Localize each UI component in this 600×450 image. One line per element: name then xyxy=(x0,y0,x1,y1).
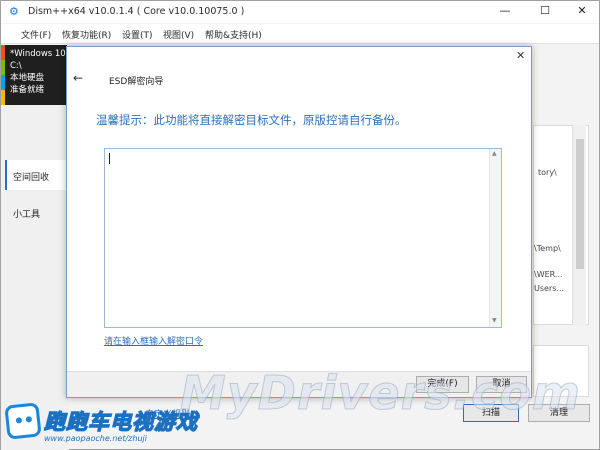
password-hint-link[interactable]: 请在输入框输入解密口令 xyxy=(104,334,203,347)
session-card[interactable]: *Windows 10 C:\ 本地硬盘 准备就绪 xyxy=(5,45,67,105)
minimize-button[interactable]: — xyxy=(487,1,523,23)
dialog-title: ESD解密向导 xyxy=(109,77,164,87)
text-caret xyxy=(109,153,110,164)
menu-file[interactable]: 文件(F) xyxy=(21,28,51,41)
selection-indicator xyxy=(5,160,7,190)
menu-bar: 文件(F) 恢复功能(R) 设置(T) 视图(V) 帮助&支持(H) xyxy=(1,24,599,44)
session-os: *Windows 10 xyxy=(10,49,66,59)
window-title: Dism++x64 v10.0.1.4 ( Core v10.0.10075.0… xyxy=(28,6,245,17)
warning-tip: 温馨提示：此功能将直接解密目标文件，原版控请自行备份。 xyxy=(96,113,407,127)
list-item: tory\ xyxy=(538,168,557,177)
list-item: \WER... xyxy=(534,270,563,279)
maximize-button[interactable]: ☐ xyxy=(527,1,563,23)
sidebar: *Windows 10 C:\ 本地硬盘 准备就绪 空间回收 小工具 xyxy=(1,45,69,450)
gear-icon: ⚙ xyxy=(9,5,19,18)
menu-settings[interactable]: 设置(T) xyxy=(122,28,153,41)
list-scrollbar[interactable] xyxy=(572,125,586,325)
menu-view[interactable]: 视图(V) xyxy=(163,28,194,41)
esd-decrypt-dialog: ✕ ← ESD解密向导 温馨提示：此功能将直接解密目标文件，原版控请自行备份。 … xyxy=(66,46,532,398)
menu-help[interactable]: 帮助&支持(H) xyxy=(205,28,262,41)
mydrivers-watermark: MyDrivers.com xyxy=(180,366,581,421)
list-item: \Temp\ xyxy=(534,244,561,253)
watermark-url: www.paopaoche.net/zhuji xyxy=(44,434,147,443)
close-window-button[interactable]: ✕ xyxy=(564,1,600,23)
sidebar-item-label-space-reclaim[interactable]: 空间回收 xyxy=(13,170,49,183)
session-disk-type: 本地硬盘 xyxy=(10,73,45,83)
session-status: 准备就绪 xyxy=(10,85,45,95)
menu-restore[interactable]: 恢复功能(R) xyxy=(62,28,111,41)
close-icon[interactable]: ✕ xyxy=(516,49,525,62)
paopaoche-watermark: 跑跑车电视游戏 www.paopaoche.net/zhuji xyxy=(2,402,198,448)
scroll-up-icon[interactable]: ▲ xyxy=(492,150,497,157)
sidebar-item-tools[interactable]: 小工具 xyxy=(13,207,40,220)
back-arrow-icon[interactable]: ← xyxy=(73,71,83,85)
password-input[interactable]: ▲ ▼ xyxy=(104,148,502,328)
tv-logo-icon xyxy=(4,402,42,440)
title-bar[interactable]: ⚙ Dism++x64 v10.0.1.4 ( Core v10.0.10075… xyxy=(1,1,599,23)
list-item: Users... xyxy=(534,284,565,293)
scroll-down-icon[interactable]: ▼ xyxy=(492,317,497,324)
session-drive: C:\ xyxy=(10,61,22,71)
textarea-scrollbar[interactable]: ▲ ▼ xyxy=(489,149,501,327)
watermark-brand: 跑跑车电视游戏 xyxy=(43,409,198,434)
